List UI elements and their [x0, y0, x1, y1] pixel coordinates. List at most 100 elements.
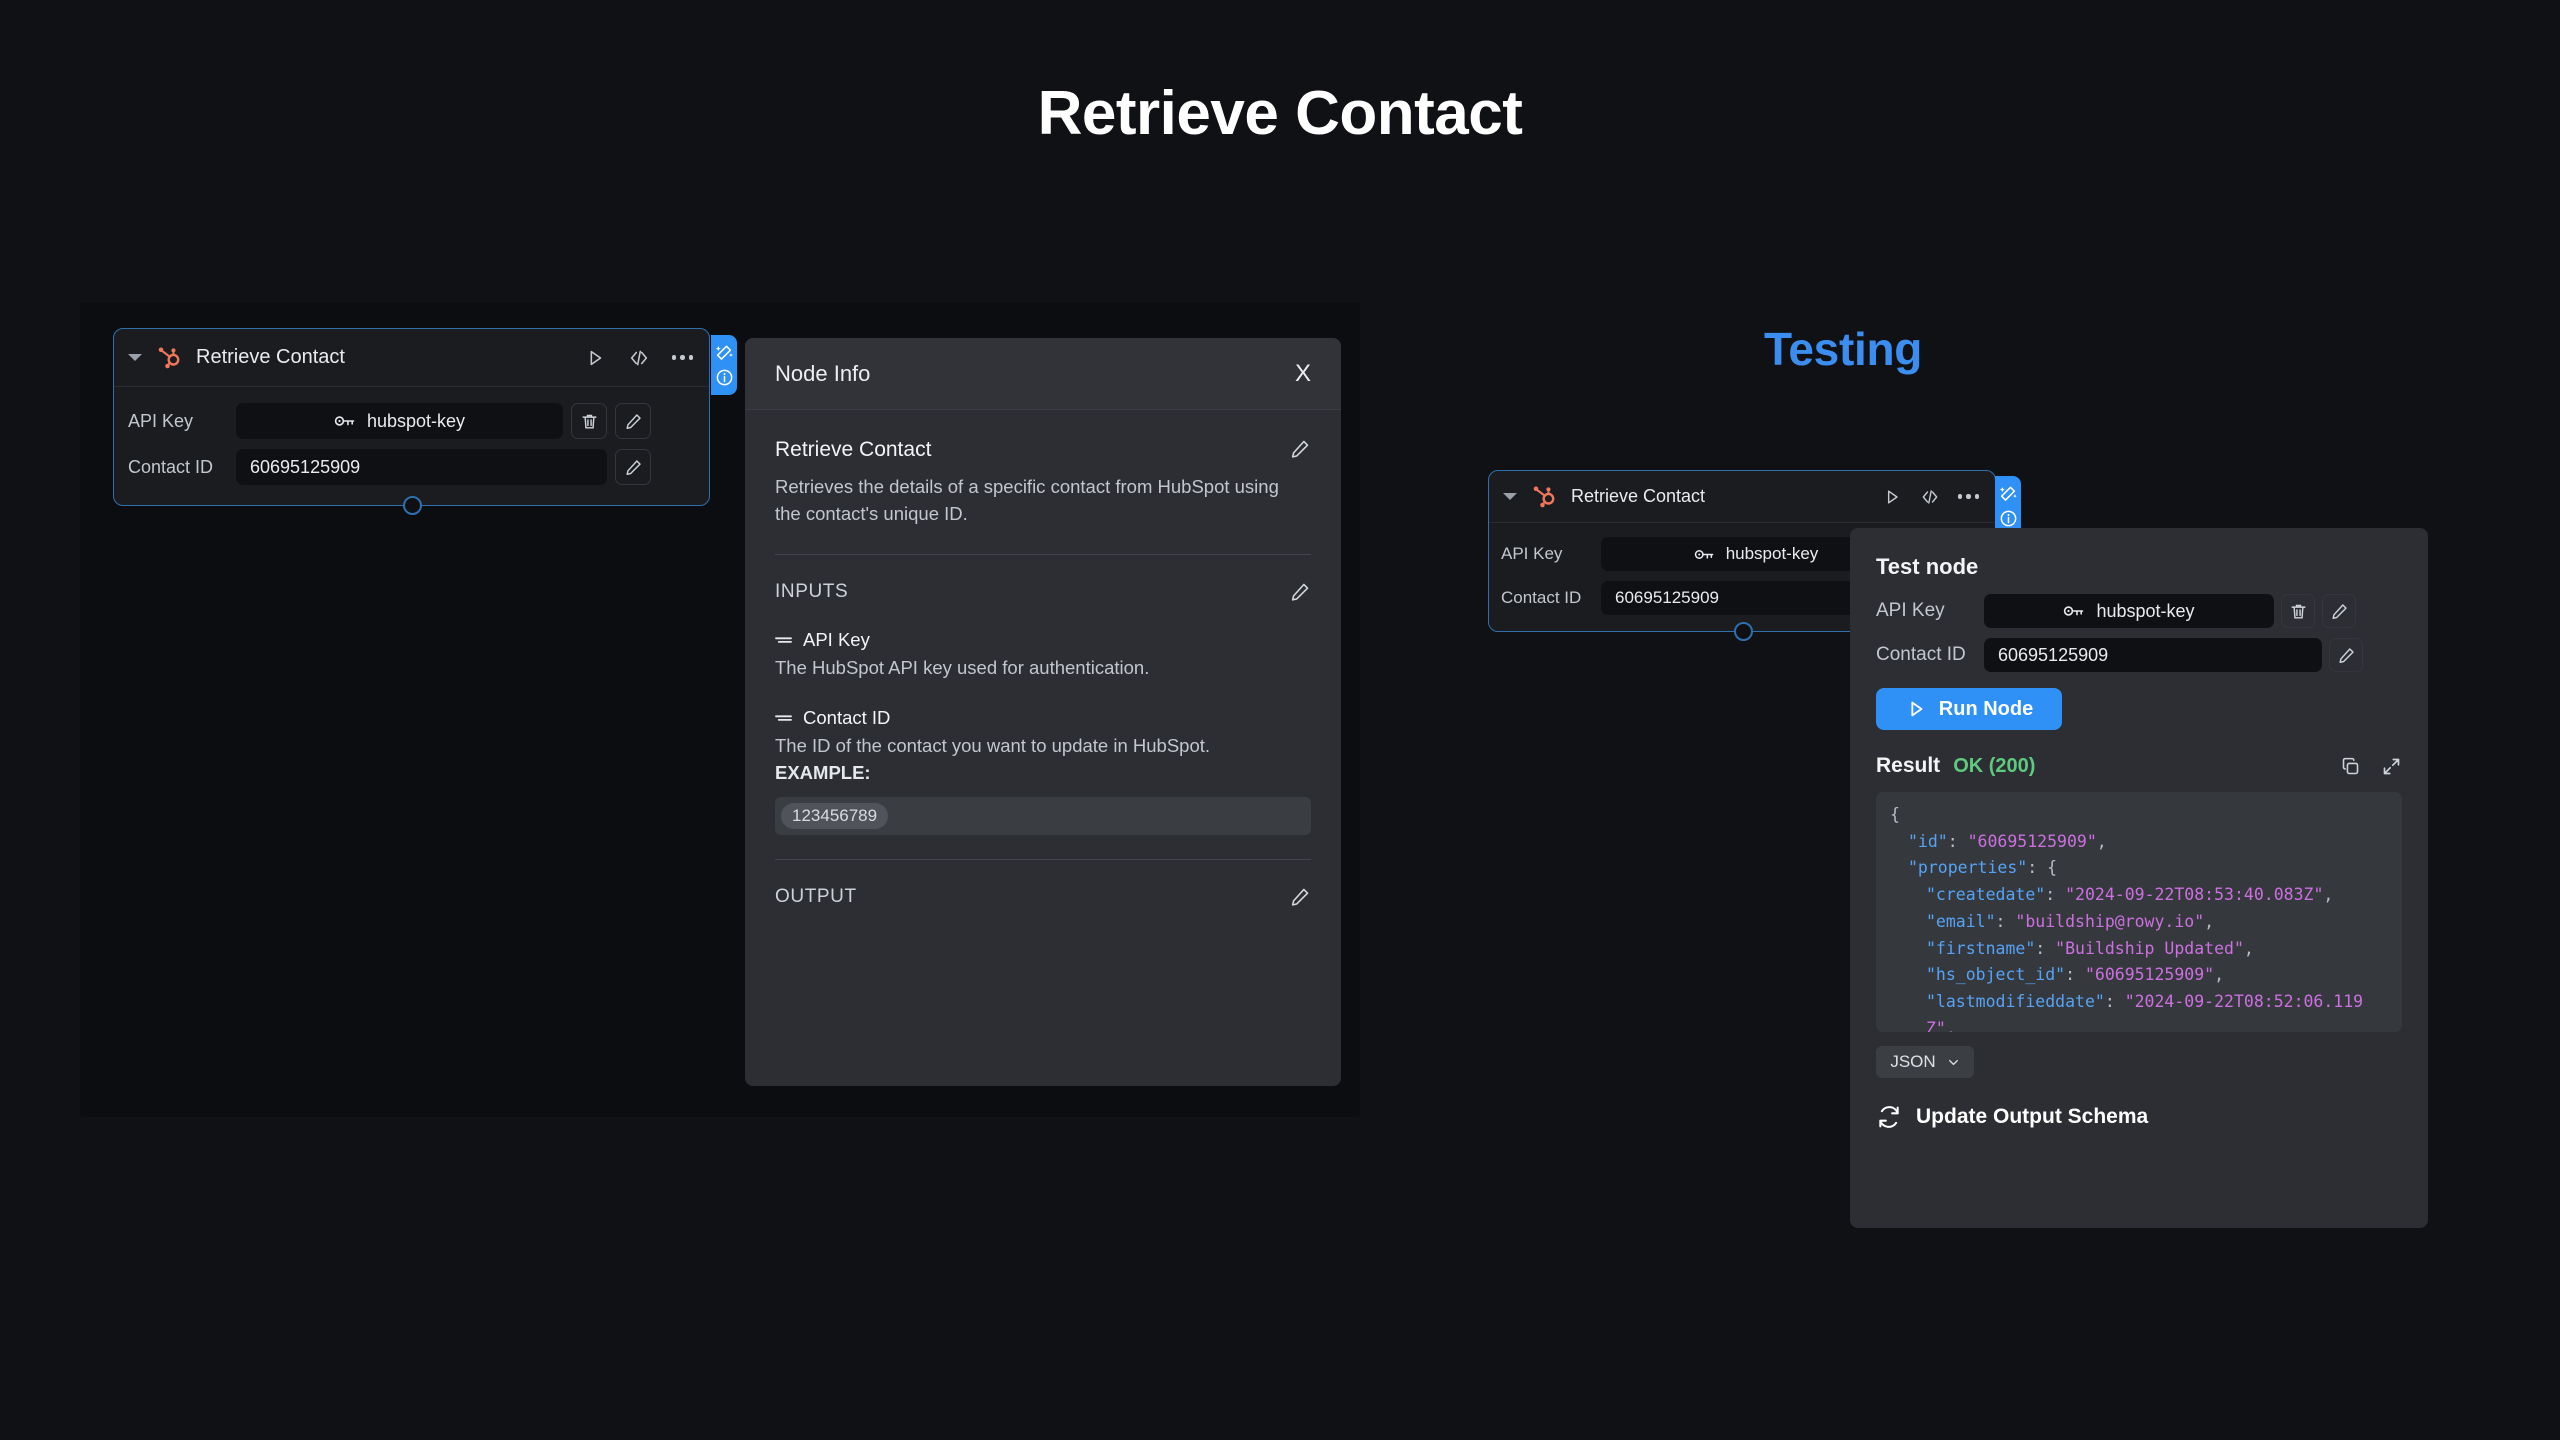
- json-line: "hs_object_id": "60695125909",: [1926, 965, 2225, 985]
- field-label: API Key: [1876, 600, 1945, 621]
- example-box: 123456789: [775, 797, 1311, 836]
- magic-wand-icon[interactable]: [715, 343, 734, 362]
- result-json-viewer[interactable]: {"id": "60695125909", "properties": {"cre…: [1876, 792, 2402, 1032]
- json-line: "id": "60695125909",: [1908, 831, 2107, 851]
- delete-icon[interactable]: [2281, 594, 2315, 628]
- node-header-actions: [584, 347, 693, 369]
- inputs-heading: INPUTS: [775, 580, 849, 602]
- input-item-api-key: API Key The HubSpot API key used for aut…: [775, 629, 1311, 682]
- node-body: API Key hubspot-key Contact ID 606951259…: [114, 387, 709, 505]
- node-header-actions: [1882, 487, 1979, 507]
- chevron-down-icon[interactable]: [128, 354, 142, 361]
- update-output-schema-button[interactable]: Update Output Schema: [1876, 1104, 2402, 1130]
- node-field-row: Contact ID 60695125909: [128, 449, 695, 485]
- example-value: 123456789: [781, 803, 889, 830]
- format-select-value: JSON: [1890, 1052, 1936, 1071]
- run-node-button[interactable]: Run Node: [1876, 688, 2062, 730]
- output-section-header: OUTPUT: [775, 886, 1311, 908]
- key-icon: [2064, 606, 2084, 616]
- field-label: Contact ID: [128, 456, 214, 477]
- api-key-field[interactable]: hubspot-key: [236, 403, 563, 439]
- input-description: The ID of the contact you want to update…: [775, 735, 1211, 757]
- refresh-icon: [1879, 1106, 1899, 1128]
- info-icon[interactable]: [715, 368, 734, 387]
- hubspot-logo-icon: [158, 346, 180, 368]
- field-label: Contact ID: [1876, 644, 1966, 665]
- run-icon[interactable]: [1882, 487, 1902, 507]
- edit-icon[interactable]: [615, 449, 651, 485]
- test-field-row: API Key hubspot-key: [1876, 594, 2402, 628]
- edit-icon[interactable]: [615, 403, 651, 439]
- node-info-panel: Node Info X Retrieve Contact Retrieves t…: [745, 338, 1341, 1086]
- contact-id-value: 60695125909: [1615, 588, 1720, 607]
- node-output-port[interactable]: [403, 496, 422, 515]
- node-output-port[interactable]: [1734, 622, 1753, 641]
- node-header[interactable]: Retrieve Contact: [114, 329, 709, 387]
- input-name-row: API Key: [775, 629, 1311, 651]
- copy-icon[interactable]: [2340, 756, 2361, 777]
- more-icon[interactable]: [1957, 494, 1979, 499]
- output-heading: OUTPUT: [775, 886, 857, 908]
- test-field-row: Contact ID 60695125909: [1876, 638, 2402, 672]
- node-info-header: Node Info X: [745, 338, 1341, 410]
- run-node-label: Run Node: [1938, 697, 2034, 720]
- result-label: Result: [1876, 754, 1941, 777]
- expand-icon[interactable]: [2381, 756, 2402, 777]
- key-icon: [334, 416, 355, 426]
- json-line: "properties": {: [1908, 858, 2058, 878]
- edit-icon[interactable]: [1289, 438, 1311, 460]
- input-item-contact-id: Contact ID The ID of the contact you wan…: [775, 707, 1311, 836]
- node-card-retrieve-contact[interactable]: Retrieve Contact API Key hubspot-key Con…: [113, 328, 737, 515]
- contact-id-value: 60695125909: [1998, 644, 2109, 665]
- contact-id-field[interactable]: 60695125909: [236, 449, 607, 485]
- node-side-tab[interactable]: [711, 335, 737, 395]
- api-key-value: hubspot-key: [1725, 544, 1819, 563]
- node-side-tab[interactable]: [1995, 476, 2021, 536]
- node-info-body: Retrieve Contact Retrieves the details o…: [745, 410, 1341, 908]
- node-title: Retrieve Contact: [1571, 486, 1706, 506]
- node-header[interactable]: Retrieve Contact: [1489, 471, 1995, 523]
- edit-icon[interactable]: [2329, 638, 2363, 672]
- run-icon: [1911, 701, 1923, 717]
- code-icon[interactable]: [628, 347, 650, 369]
- edit-icon[interactable]: [2322, 594, 2356, 628]
- node-field-row: API Key hubspot-key: [128, 403, 695, 439]
- info-icon[interactable]: [1999, 509, 2018, 528]
- magic-wand-icon[interactable]: [1999, 484, 2018, 503]
- input-description: The HubSpot API key used for authenticat…: [775, 656, 1150, 678]
- parameter-icon: [775, 637, 792, 643]
- api-key-value: hubspot-key: [366, 410, 466, 431]
- node-info-node-title: Retrieve Contact: [775, 438, 932, 461]
- result-header: Result OK (200): [1876, 754, 2402, 778]
- json-line: "lastmodifieddate": "2024-09-22T08:52:06…: [1926, 992, 2364, 1032]
- code-icon[interactable]: [1920, 487, 1940, 507]
- input-name: API Key: [803, 628, 870, 650]
- status-badge: OK (200): [1953, 754, 2036, 777]
- node-title: Retrieve Contact: [196, 346, 345, 368]
- key-icon: [1694, 549, 1714, 559]
- example-label: EXAMPLE:: [775, 762, 871, 784]
- chevron-down-icon: [1948, 1059, 1958, 1065]
- run-icon[interactable]: [584, 347, 606, 369]
- edit-icon[interactable]: [1289, 886, 1311, 908]
- node-summary: Retrieve Contact: [775, 438, 1311, 462]
- hubspot-logo-icon: [1533, 485, 1555, 507]
- format-select[interactable]: JSON: [1876, 1046, 1974, 1078]
- divider: [775, 553, 1311, 555]
- api-key-field[interactable]: hubspot-key: [1984, 594, 2274, 628]
- more-icon[interactable]: [671, 355, 693, 360]
- delete-icon[interactable]: [571, 403, 607, 439]
- json-line: {: [1890, 805, 1900, 824]
- chevron-down-icon[interactable]: [1503, 493, 1517, 500]
- field-label: API Key: [128, 410, 194, 431]
- field-label: Contact ID: [1501, 588, 1582, 607]
- test-node-title: Test node: [1876, 554, 1979, 579]
- result-actions: [2340, 756, 2402, 777]
- contact-id-field[interactable]: 60695125909: [1984, 638, 2322, 672]
- edit-icon[interactable]: [1289, 581, 1311, 603]
- testing-heading: Testing: [1764, 323, 1923, 375]
- divider: [775, 859, 1311, 861]
- parameter-icon: [775, 715, 792, 722]
- page-title: Retrieve Contact: [1037, 79, 1523, 148]
- close-icon[interactable]: X: [1295, 361, 1311, 386]
